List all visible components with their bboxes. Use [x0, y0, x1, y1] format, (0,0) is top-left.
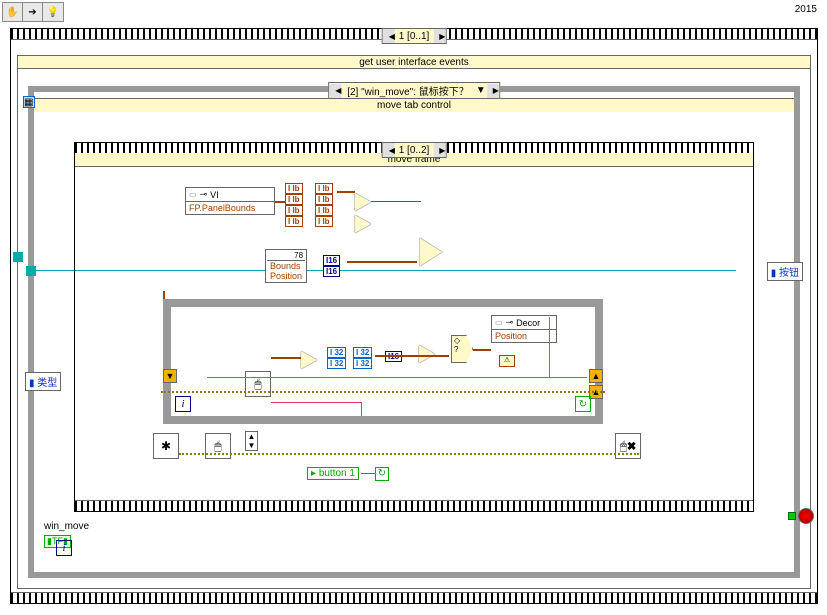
mouse-node-1[interactable]: 🖱: [205, 433, 231, 459]
arrow-tool-button[interactable]: ➔: [23, 3, 43, 21]
subtract-node-loop[interactable]: [301, 351, 317, 369]
vi-property-node[interactable]: ▭⊸ VI FP.PanelBounds: [185, 187, 275, 215]
ilb-box: I lb: [315, 205, 333, 216]
stop-wire-tunnel[interactable]: [788, 512, 796, 520]
error-wire: [161, 391, 605, 393]
ilb-box: I lb: [285, 205, 303, 216]
event-title: get user interface events: [17, 55, 811, 69]
decor-property-node[interactable]: ▭⊸ Decor Position: [491, 315, 557, 343]
ilb-box: I lb: [315, 216, 333, 227]
mouse-read-node[interactable]: 🖱: [245, 371, 271, 397]
win-move-label: win_move: [44, 521, 89, 532]
case-next-button[interactable]: ▶: [487, 84, 499, 98]
highlight-exec-button[interactable]: 💡: [43, 3, 63, 21]
vi-node-class: VI: [210, 190, 219, 200]
toolbar: ✋ ➔ 💡: [2, 2, 64, 22]
stop-terminal[interactable]: [798, 508, 814, 524]
event-data-type-pane: ▮ 类型: [25, 372, 61, 391]
outer-indexed-tunnel[interactable]: ▦: [23, 96, 35, 108]
case-selector[interactable]: ◀ [2] "win_move": 鼠标按下？ ▼ ▶: [328, 82, 500, 99]
bundle-panelbounds[interactable]: I lb I lb I lb I lb: [315, 183, 333, 227]
event-tunnel-left[interactable]: [26, 266, 36, 276]
add-node[interactable]: [419, 345, 435, 363]
mid-next-button[interactable]: ▶: [433, 143, 445, 157]
ilb-box: I lb: [285, 183, 303, 194]
vi-node-panelbounds: FP.PanelBounds: [186, 202, 274, 214]
unbundle-i32[interactable]: I 32 I 32: [327, 347, 346, 369]
loop-index-terminal[interactable]: i: [175, 396, 191, 412]
error-out-node[interactable]: ⚠: [499, 355, 515, 367]
shift-reg-left[interactable]: ▼: [163, 369, 177, 383]
case-dropdown[interactable]: ▼: [475, 85, 487, 96]
subtract-node-2[interactable]: [355, 215, 371, 233]
subtract-node-main[interactable]: [420, 238, 442, 266]
ilb-box: I lb: [315, 183, 333, 194]
outer-frame-selector[interactable]: ◀ 1 [0..1] ▶: [382, 28, 447, 44]
i16-pair-1[interactable]: I16 I16: [323, 255, 340, 277]
outer-sequence-structure[interactable]: ◀ 1 [0..1] ▶ get user interface events ◀…: [10, 28, 818, 604]
mid-frame-selector[interactable]: ◀ 1 [0..2] ▶: [382, 142, 447, 158]
decor-position: Position: [492, 330, 556, 342]
button1-constant[interactable]: ▸ button 1: [307, 467, 359, 480]
i16-box: I16: [323, 266, 340, 277]
ilb-box: I lb: [285, 216, 303, 227]
bundle-i32[interactable]: I 32 I 32: [353, 347, 372, 369]
mouse-release-node[interactable]: 🖱✖: [615, 433, 641, 459]
feedback-node[interactable]: ↻: [375, 467, 389, 481]
case-label: [2] "win_move": 鼠标按下？: [341, 83, 475, 98]
prev-frame-button[interactable]: ◀: [383, 29, 395, 43]
case-prev-button[interactable]: ◀: [329, 84, 341, 98]
outer-frame-label: 1 [0..1]: [395, 31, 434, 42]
error-cluster-wire: [179, 453, 639, 455]
event-filter-pane: ▮ 按钮: [767, 262, 803, 281]
i16-box: I16: [323, 255, 340, 266]
outer-tunnel-left[interactable]: [13, 252, 23, 262]
mid-sequence-structure[interactable]: ◀ 1 [0..2] ▶ move frame ▭⊸ VI FP.PanelBo…: [74, 142, 754, 512]
init-cursor-node[interactable]: ✱: [153, 433, 179, 459]
mid-prev-button[interactable]: ◀: [383, 143, 395, 157]
event-inner: ◀ [2] "win_move": 鼠标按下？ ▼ ▶ move tab con…: [28, 86, 800, 578]
ilb-box: I lb: [285, 194, 303, 205]
position-row: Position: [267, 271, 305, 281]
next-frame-button[interactable]: ▶: [433, 29, 445, 43]
outer-while-index[interactable]: i: [56, 540, 72, 556]
case-subtitle: move tab control: [34, 98, 794, 112]
ilb-box: I lb: [315, 194, 333, 205]
inner-while-loop[interactable]: I 32 I 32 I 32 I 32 I16 ◇? ▭⊸: [163, 299, 603, 424]
select-node[interactable]: ◇?: [451, 335, 473, 363]
bounds-row: Bounds: [267, 261, 305, 271]
hand-tool-button[interactable]: ✋: [3, 3, 23, 21]
shift-reg-right-up[interactable]: ▲: [589, 369, 603, 383]
subtract-node-1[interactable]: [355, 193, 371, 211]
decor-class: Decor: [516, 318, 540, 328]
autoindex-in[interactable]: ▲▼: [245, 431, 258, 451]
mid-frame-label: 1 [0..2]: [395, 145, 434, 156]
loop-condition-terminal[interactable]: ↻: [575, 396, 591, 412]
year-badge: 2015: [793, 4, 819, 15]
event-structure[interactable]: get user interface events ◀ [2] "win_mov…: [17, 55, 811, 589]
ctl-property-node[interactable]: 78 Bounds Position: [265, 249, 307, 283]
unbundle-panelbounds[interactable]: I lb I lb I lb I lb: [285, 183, 303, 227]
